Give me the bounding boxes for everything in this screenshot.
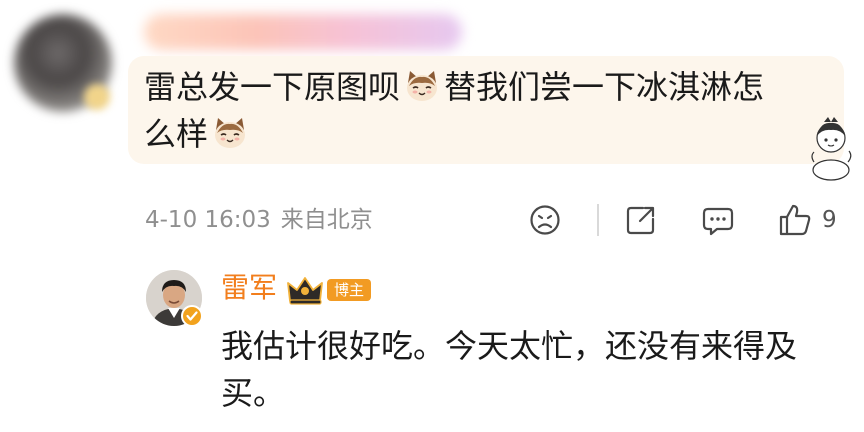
reply-line-1: 我估计很好吃。今天太忙，还没有来得及	[221, 327, 798, 365]
comment-line-2: 么样	[144, 111, 814, 158]
cat-emoji-icon	[215, 118, 246, 148]
reply-text: 我估计很好吃。今天太忙，还没有来得及 买。	[221, 323, 841, 417]
comment-location: 来自北京	[280, 207, 373, 233]
comment-text-part-2: 替我们尝一下冰淇淋怎	[444, 68, 765, 106]
cat-emoji-icon	[407, 71, 438, 101]
comment-line-1: 雷总发一下原图呗 替我们尝一下冰淇淋怎	[144, 64, 814, 111]
verified-badge-icon	[181, 305, 203, 327]
commenter-name-blurred[interactable]	[144, 14, 462, 50]
blogger-badge: 博主	[327, 279, 371, 301]
decorative-girl-sticker-icon	[811, 117, 852, 181]
comment-text-part-1: 雷总发一下原图呗	[144, 68, 401, 106]
commenter-badge-blurred	[84, 84, 110, 110]
reply-line-2: 买。	[221, 374, 286, 412]
action-divider	[597, 204, 599, 236]
like-count: 9	[822, 207, 837, 233]
comment-meta: 4-10 16:03 来自北京	[145, 205, 373, 235]
comment-text-part-3: 么样	[144, 115, 209, 153]
like-thumb-icon[interactable]	[777, 202, 813, 238]
reply-author-name[interactable]: 雷军	[221, 270, 277, 306]
share-icon[interactable]	[623, 202, 659, 238]
dislike-face-icon[interactable]	[527, 202, 563, 238]
comment-icon[interactable]	[700, 202, 736, 238]
comment-text: 雷总发一下原图呗 替我们尝一下冰淇淋怎 么样	[144, 64, 814, 158]
comment-timestamp: 4-10 16:03	[145, 207, 271, 233]
